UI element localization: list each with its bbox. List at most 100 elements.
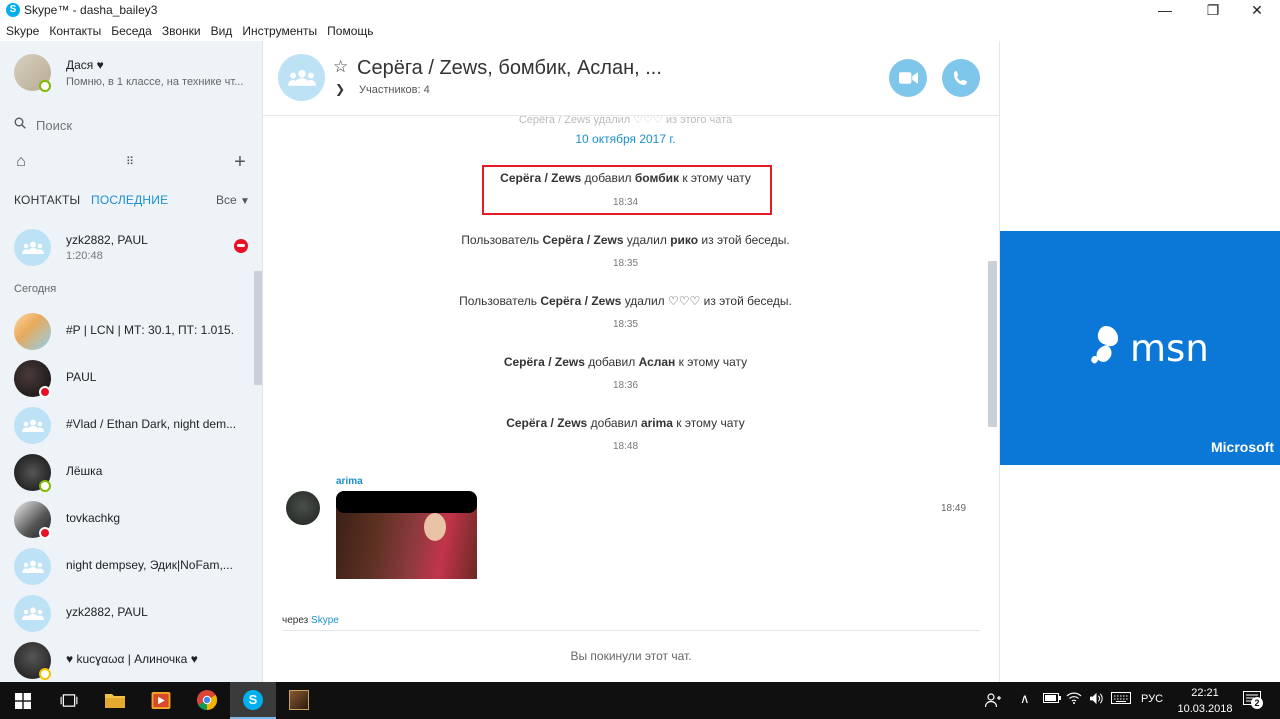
faded-event: Серёга / Zews удалил ♡♡♡ из этого чата bbox=[518, 116, 733, 126]
video-call-button[interactable] bbox=[889, 59, 927, 97]
left-chat-notice: Вы покинули этот чат. bbox=[570, 649, 692, 663]
list-item[interactable]: PAUL bbox=[0, 355, 254, 401]
search-box[interactable] bbox=[0, 111, 262, 139]
app-icon bbox=[289, 690, 309, 710]
event-actor: Серёга / Zews bbox=[503, 355, 585, 369]
task-view-button[interactable] bbox=[46, 682, 92, 719]
system-event: Серёга / Zews добавил arima к этому чату bbox=[263, 416, 988, 430]
people-glyph bbox=[984, 693, 1001, 708]
event-time: 18:36 bbox=[612, 380, 639, 391]
list-item[interactable]: ♥ kucɣαωα | Алиночка ♥ bbox=[0, 637, 254, 682]
list-item[interactable]: yzk2882, PAUL 1:20:48 bbox=[0, 224, 254, 270]
date-separator: 10 октября 2017 г. bbox=[575, 132, 676, 146]
tab-recent[interactable]: ПОСЛЕДНИЕ bbox=[91, 193, 168, 207]
notification-count: 2 bbox=[1251, 697, 1263, 709]
message-time: 18:49 bbox=[941, 503, 967, 514]
contact-name: yzk2882, PAUL bbox=[66, 233, 148, 247]
task-view-icon bbox=[60, 694, 78, 707]
language-indicator[interactable]: РУС bbox=[1141, 693, 1163, 705]
presence-dnd-icon bbox=[39, 386, 51, 398]
message-avatar[interactable] bbox=[286, 491, 320, 525]
chat-group-avatar[interactable] bbox=[278, 54, 325, 101]
chat-scrollbar[interactable] bbox=[988, 261, 997, 427]
start-button[interactable] bbox=[0, 682, 46, 719]
profile-card[interactable]: Дася ♥ Помню, в 1 классе, на технике чт.… bbox=[0, 41, 262, 108]
taskbar-chrome[interactable] bbox=[184, 682, 230, 719]
taskbar-app[interactable] bbox=[276, 682, 322, 719]
group-avatar bbox=[14, 407, 51, 444]
contact-name: #Vlad / Ethan Dark, night dem... bbox=[66, 417, 237, 431]
taskbar-media-app[interactable] bbox=[138, 682, 184, 719]
search-input[interactable] bbox=[36, 114, 236, 136]
favorite-star-icon[interactable]: ☆ bbox=[333, 57, 348, 77]
message-author[interactable]: arima bbox=[336, 476, 363, 487]
sidebar: Дася ♥ Помню, в 1 классе, на технике чт.… bbox=[0, 41, 263, 682]
via-skype-link[interactable]: Skype bbox=[311, 615, 339, 626]
wifi-icon[interactable] bbox=[1066, 692, 1082, 707]
home-icon[interactable]: ⌂ bbox=[12, 153, 30, 171]
list-item[interactable]: tovkachkg bbox=[0, 496, 254, 542]
system-event: Пользователь Серёга / Zews удалил ♡♡♡ из… bbox=[263, 294, 988, 308]
event-text: Пользователь bbox=[461, 233, 543, 247]
list-item[interactable]: yzk2882, PAUL bbox=[0, 590, 254, 636]
title-bar: S Skype™ - dasha_bailey3 — ❐ ✕ bbox=[0, 0, 1280, 21]
list-item[interactable]: #P | LCN | МТ: 30.1, ПТ: 1.015. bbox=[0, 308, 254, 354]
taskbar-file-explorer[interactable] bbox=[92, 682, 138, 719]
event-actor: Серёга / Zews bbox=[542, 233, 624, 247]
volume-icon[interactable] bbox=[1089, 692, 1104, 708]
contact-tabs: КОНТАКТЫ ПОСЛЕДНИЕ Все ▼ bbox=[0, 189, 262, 213]
chrome-icon bbox=[197, 690, 217, 710]
ad-panel: msn Microsoft bbox=[999, 41, 1280, 682]
close-button[interactable]: ✕ bbox=[1234, 0, 1280, 21]
menu-skype[interactable]: Skype bbox=[6, 21, 39, 41]
event-time: 18:48 bbox=[612, 441, 639, 452]
via-label: через Skype bbox=[282, 615, 339, 626]
list-item[interactable]: #Vlad / Ethan Dark, night dem... bbox=[0, 402, 254, 448]
group-avatar bbox=[14, 229, 51, 266]
menu-conversation[interactable]: Беседа bbox=[111, 21, 152, 41]
dialpad-icon[interactable]: ⠿ bbox=[121, 153, 139, 171]
section-today: Сегодня bbox=[14, 283, 57, 295]
filter-dropdown[interactable]: Все ▼ bbox=[216, 193, 250, 207]
menu-calls[interactable]: Звонки bbox=[162, 21, 201, 41]
add-icon[interactable]: + bbox=[231, 152, 249, 172]
menu-contacts[interactable]: Контакты bbox=[49, 21, 101, 41]
menu-help[interactable]: Помощь bbox=[327, 21, 373, 41]
shared-photo[interactable] bbox=[336, 491, 477, 579]
maximize-button[interactable]: ❐ bbox=[1190, 0, 1236, 21]
contact-name: #P | LCN | МТ: 30.1, ПТ: 1.015. bbox=[66, 323, 235, 337]
clock-time: 22:21 bbox=[1191, 687, 1219, 699]
chevron-right-icon[interactable]: ❯ bbox=[335, 82, 345, 96]
skype-logo-icon: S bbox=[6, 3, 20, 17]
tray-expand-icon[interactable]: ∧ bbox=[1020, 691, 1030, 707]
people-icon[interactable] bbox=[984, 692, 1001, 711]
menu-tools[interactable]: Инструменты bbox=[242, 21, 317, 41]
contact-avatar bbox=[14, 313, 51, 350]
member-count[interactable]: Участников: 4 bbox=[359, 84, 430, 96]
list-item[interactable]: night dempsey, Эдик|NoFam,... bbox=[0, 543, 254, 589]
video-camera-icon bbox=[899, 72, 918, 84]
minimize-button[interactable]: — bbox=[1142, 0, 1188, 21]
msn-ad-banner[interactable]: msn Microsoft bbox=[1000, 231, 1280, 465]
sidebar-scrollbar[interactable] bbox=[254, 271, 262, 385]
event-target: бомбик bbox=[634, 171, 679, 185]
event-target: arima bbox=[640, 416, 673, 430]
keyboard-icon[interactable] bbox=[1111, 692, 1131, 707]
skype-icon: S bbox=[243, 690, 263, 710]
notification-center-button[interactable]: 2 bbox=[1243, 691, 1263, 710]
tab-contacts[interactable]: КОНТАКТЫ bbox=[14, 193, 80, 207]
taskbar-skype[interactable]: S bbox=[230, 682, 276, 719]
taskbar-clock[interactable]: 22:21 10.03.2018 bbox=[1172, 685, 1238, 717]
contact-name: yzk2882, PAUL bbox=[66, 605, 148, 619]
event-text: удалил ♡♡♡ bbox=[621, 294, 701, 308]
list-item[interactable]: Лёшка bbox=[0, 449, 254, 495]
audio-call-button[interactable] bbox=[942, 59, 980, 97]
event-target: рико bbox=[670, 233, 699, 247]
menu-view[interactable]: Вид bbox=[211, 21, 233, 41]
event-time: 18:35 bbox=[612, 319, 639, 330]
group-icon bbox=[288, 69, 316, 86]
event-actor: Серёга / Zews bbox=[506, 416, 588, 430]
group-icon bbox=[22, 419, 44, 432]
chat-header: ☆ Серёга / Zews, бомбик, Аслан, ... ❯ Уч… bbox=[263, 41, 999, 116]
battery-icon[interactable] bbox=[1043, 692, 1061, 706]
